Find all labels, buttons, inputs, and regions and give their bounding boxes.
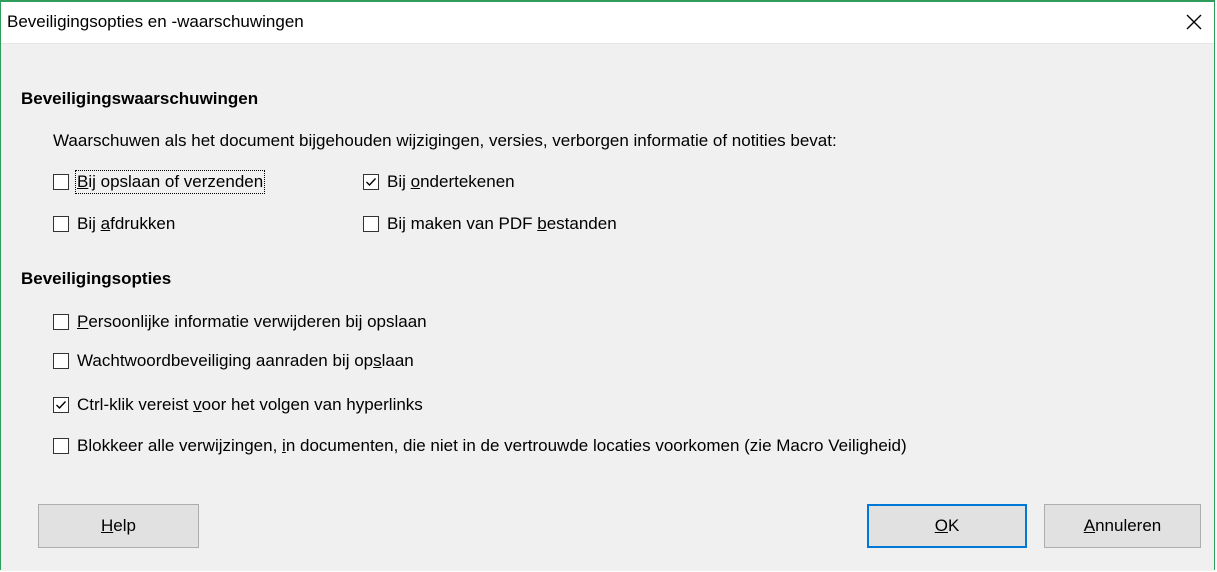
checkbox-box	[363, 216, 379, 232]
dialog-window: Beveiligingsopties en -waarschuwingen Be…	[0, 0, 1215, 571]
checkbox-box	[53, 438, 69, 454]
checkbox-label: Bij afdrukken	[77, 214, 176, 233]
button-label: OK	[934, 516, 960, 535]
checkbox-label: Bij maken van PDF bestanden	[387, 214, 617, 233]
checkbox-box	[53, 314, 69, 330]
checkbox-block-untrusted-links[interactable]: Blokkeer alle verwijzingen, in documente…	[53, 436, 907, 456]
ok-button[interactable]: OK	[867, 504, 1027, 548]
warnings-description: Waarschuwen als het document bijgehouden…	[53, 131, 837, 150]
checkbox-box	[53, 174, 69, 190]
checkbox-remove-personal-info[interactable]: Persoonlijke informatie verwijderen bij …	[53, 312, 427, 332]
checkbox-ctrl-click-hyperlinks[interactable]: Ctrl-klik vereist voor het volgen van hy…	[53, 395, 423, 415]
checkbox-label: Persoonlijke informatie verwijderen bij …	[77, 312, 427, 331]
checkbox-label: Ctrl-klik vereist voor het volgen van hy…	[77, 395, 423, 414]
checkbox-box	[53, 353, 69, 369]
checkmark-icon	[56, 401, 67, 410]
checkbox-box	[53, 216, 69, 232]
checkbox-recommend-password[interactable]: Wachtwoordbeveiliging aanraden bij opsla…	[53, 351, 414, 371]
checkbox-signing[interactable]: Bij ondertekenen	[363, 172, 515, 192]
close-icon	[1186, 14, 1202, 30]
checkmark-icon	[366, 178, 377, 187]
checkbox-pdf-export[interactable]: Bij maken van PDF bestanden	[363, 214, 617, 234]
help-button[interactable]: Help	[38, 504, 199, 548]
checkbox-label: Bij ondertekenen	[387, 172, 515, 191]
checkbox-box	[53, 397, 69, 413]
close-button[interactable]	[1180, 8, 1208, 36]
section-heading-options: Beveiligingsopties	[21, 269, 172, 288]
checkbox-label: Wachtwoordbeveiliging aanraden bij opsla…	[77, 351, 414, 370]
checkbox-label: Blokkeer alle verwijzingen, in documente…	[77, 436, 907, 455]
window-title: Beveiligingsopties en -waarschuwingen	[7, 12, 304, 31]
checkbox-box	[363, 174, 379, 190]
button-label: Help	[101, 516, 136, 535]
title-bar: Beveiligingsopties en -waarschuwingen	[1, 2, 1214, 42]
button-label: Annuleren	[1083, 516, 1162, 535]
checkbox-save-or-send[interactable]: Bij opslaan of verzenden	[53, 170, 266, 194]
checkbox-printing[interactable]: Bij afdrukken	[53, 214, 175, 234]
checkbox-label: Bij opslaan of verzenden	[74, 170, 266, 194]
section-heading-warnings: Beveiligingswaarschuwingen	[21, 89, 259, 108]
dialog-content: Beveiligingswaarschuwingen Waarschuwen a…	[1, 43, 1214, 571]
cancel-button[interactable]: Annuleren	[1044, 504, 1201, 548]
